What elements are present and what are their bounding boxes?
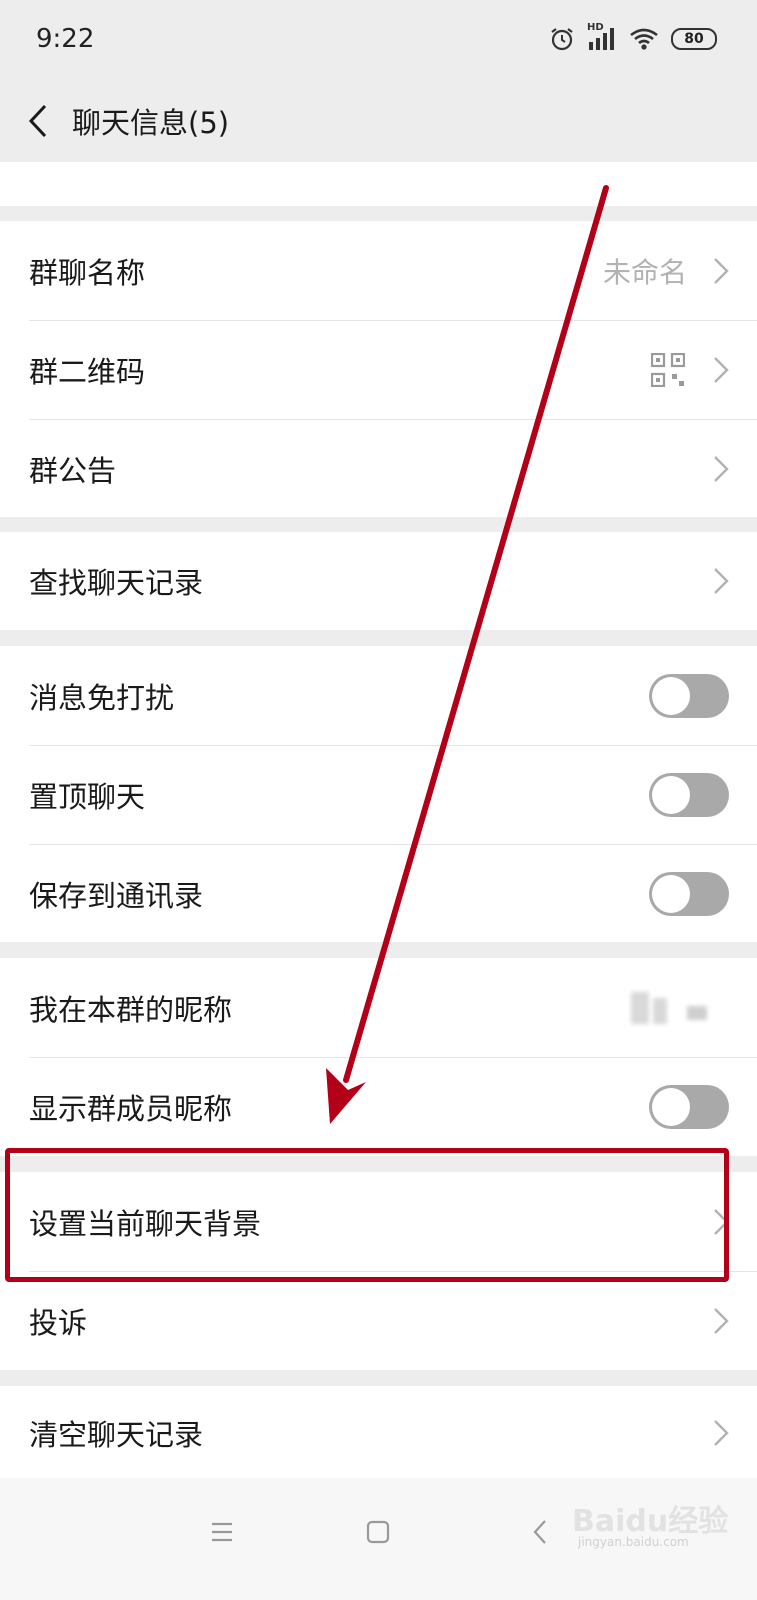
status-time: 9:22 bbox=[36, 24, 95, 54]
group-qrcode-label: 群二维码 bbox=[29, 355, 146, 389]
chevron-right-icon bbox=[714, 1308, 729, 1334]
alarm-icon bbox=[551, 28, 573, 51]
save-contacts-toggle[interactable] bbox=[649, 872, 729, 916]
status-icons: HD 80 bbox=[549, 22, 717, 56]
complain-label: 投诉 bbox=[29, 1306, 88, 1340]
wifi-icon bbox=[630, 28, 658, 50]
group-announcement-row[interactable]: 群公告 bbox=[0, 419, 757, 519]
group-name-label: 群聊名称 bbox=[29, 256, 146, 290]
clear-section: 清空聊天记录 bbox=[0, 1386, 757, 1480]
chevron-right-icon bbox=[714, 1420, 729, 1446]
pin-row: 置顶聊天 bbox=[0, 745, 757, 845]
group-info-section: 群聊名称 未命名 群二维码 群公告 bbox=[0, 221, 757, 517]
clear-history-label: 清空聊天记录 bbox=[29, 1418, 204, 1452]
save-contacts-label: 保存到通讯录 bbox=[29, 879, 204, 913]
chevron-right-icon bbox=[714, 456, 729, 482]
group-name-value: 未命名 bbox=[602, 256, 687, 289]
my-nickname-label: 我在本群的昵称 bbox=[29, 993, 233, 1027]
clear-history-row[interactable]: 清空聊天记录 bbox=[0, 1386, 757, 1480]
toggle-knob bbox=[652, 677, 690, 715]
page-title: 聊天信息(5) bbox=[72, 106, 230, 140]
toggle-knob bbox=[652, 1088, 690, 1126]
chevron-right-icon bbox=[714, 357, 729, 383]
status-bar: 9:22 HD 80 bbox=[0, 0, 757, 80]
menu-icon[interactable] bbox=[202, 1512, 242, 1552]
members-area bbox=[0, 162, 757, 206]
back-arrow-icon bbox=[28, 104, 47, 138]
group-qrcode-row[interactable]: 群二维码 bbox=[0, 320, 757, 420]
mute-label: 消息免打扰 bbox=[29, 681, 175, 715]
search-section: 查找聊天记录 bbox=[0, 532, 757, 630]
blurred-nickname bbox=[629, 988, 725, 1028]
group-announcement-label: 群公告 bbox=[29, 454, 117, 488]
qrcode-icon bbox=[651, 353, 685, 387]
search-history-label: 查找聊天记录 bbox=[29, 566, 204, 600]
mute-row: 消息免打扰 bbox=[0, 646, 757, 746]
back-button[interactable] bbox=[18, 98, 58, 144]
nickname-section: 我在本群的昵称 显示群成员昵称 bbox=[0, 958, 757, 1156]
show-nicknames-row: 显示群成员昵称 bbox=[0, 1057, 757, 1157]
chevron-right-icon bbox=[714, 1209, 729, 1235]
watermark: Baidu经验 bbox=[572, 1504, 729, 1539]
search-history-row[interactable]: 查找聊天记录 bbox=[0, 532, 757, 630]
show-nicknames-label: 显示群成员昵称 bbox=[29, 1092, 233, 1126]
chevron-right-icon bbox=[714, 568, 729, 594]
toggle-section: 消息免打扰 置顶聊天 保存到通讯录 bbox=[0, 646, 757, 942]
chat-background-row[interactable]: 设置当前聊天背景 bbox=[0, 1172, 757, 1272]
back-icon[interactable] bbox=[520, 1512, 560, 1552]
watermark-url: jingyan.baidu.com bbox=[578, 1535, 689, 1549]
toggle-knob bbox=[652, 875, 690, 913]
home-icon[interactable] bbox=[358, 1512, 398, 1552]
save-contacts-row: 保存到通讯录 bbox=[0, 844, 757, 944]
signal-icon: HD bbox=[587, 22, 617, 52]
my-nickname-row[interactable]: 我在本群的昵称 bbox=[0, 958, 757, 1058]
group-name-row[interactable]: 群聊名称 未命名 bbox=[0, 221, 757, 321]
chevron-right-icon bbox=[714, 258, 729, 284]
battery-icon: 80 bbox=[671, 28, 717, 50]
pin-label: 置顶聊天 bbox=[29, 780, 146, 814]
chat-background-label: 设置当前聊天背景 bbox=[29, 1207, 262, 1241]
show-nicknames-toggle[interactable] bbox=[649, 1085, 729, 1129]
header-bar: 聊天信息(5) bbox=[0, 80, 757, 162]
mute-toggle[interactable] bbox=[649, 674, 729, 718]
background-section: 设置当前聊天背景 投诉 bbox=[0, 1172, 757, 1370]
pin-toggle[interactable] bbox=[649, 773, 729, 817]
complain-row[interactable]: 投诉 bbox=[0, 1271, 757, 1371]
toggle-knob bbox=[652, 776, 690, 814]
